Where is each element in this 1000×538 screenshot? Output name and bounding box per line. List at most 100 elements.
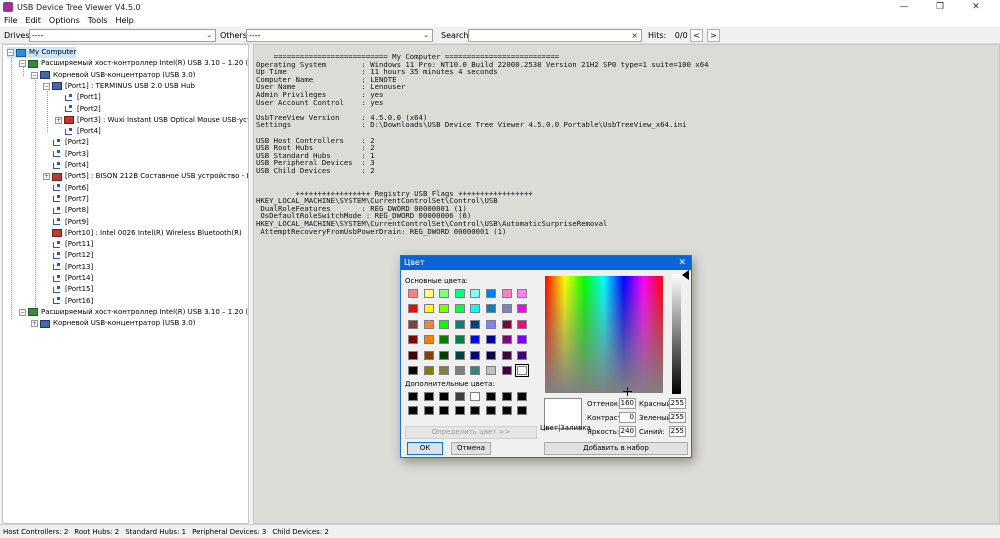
tree-item[interactable]: [Port3] <box>43 149 89 160</box>
basic-color-swatch[interactable] <box>423 335 434 345</box>
tree-item[interactable]: [Port16] <box>43 296 93 307</box>
close-button[interactable]: ✕ <box>958 0 994 14</box>
tree-item[interactable]: [Port13] <box>43 262 93 273</box>
tree-item[interactable]: [Port8] <box>43 205 89 216</box>
basic-color-swatch[interactable] <box>501 350 512 360</box>
minimize-button[interactable]: — <box>886 0 922 14</box>
tree-item[interactable]: [Port14] <box>43 273 93 284</box>
menu-edit[interactable]: Edit <box>21 16 45 25</box>
basic-color-swatch[interactable] <box>470 319 481 329</box>
basic-color-swatch[interactable] <box>408 289 418 298</box>
drives-select[interactable]: ---- ⌄ <box>29 29 216 42</box>
tree-item[interactable]: [Port12] <box>43 250 93 261</box>
custom-color-swatch[interactable] <box>439 406 450 415</box>
basic-color-swatch[interactable] <box>470 335 481 345</box>
basic-color-swatch[interactable] <box>408 366 418 375</box>
dialog-close-icon[interactable]: ✕ <box>678 256 686 270</box>
custom-color-swatch[interactable] <box>501 406 512 415</box>
red-field[interactable]: 255 <box>669 398 686 409</box>
collapse-icon[interactable]: − <box>43 82 50 90</box>
search-input[interactable]: × <box>468 29 642 42</box>
menu-tools[interactable]: Tools <box>84 16 112 25</box>
menu-file[interactable]: File <box>0 16 21 25</box>
prev-hit-button[interactable]: < <box>690 29 703 42</box>
tree-item[interactable]: [Port1] <box>55 92 101 103</box>
hue-field[interactable]: 160 <box>619 398 636 409</box>
custom-color-swatch[interactable] <box>408 392 418 401</box>
basic-color-swatch[interactable] <box>408 319 418 329</box>
basic-color-swatch[interactable] <box>454 350 465 360</box>
tree-item[interactable]: [Port7] <box>43 194 89 205</box>
tree-item[interactable]: − Расширяемый хост-контроллер Intel(R) US… <box>19 307 248 318</box>
basic-color-swatch[interactable] <box>486 289 496 298</box>
basic-color-swatch[interactable] <box>454 319 465 329</box>
basic-color-swatch[interactable] <box>501 304 512 314</box>
tree-item[interactable]: − [Port1] : TERMINUS USB 2.0 USB Hub <box>43 81 195 92</box>
basic-color-swatch[interactable] <box>486 350 496 360</box>
custom-color-swatch[interactable] <box>486 406 496 415</box>
basic-color-swatch[interactable] <box>454 289 465 298</box>
lum-field[interactable]: 240 <box>619 426 636 437</box>
tree-item[interactable]: [Port6] <box>43 183 89 194</box>
basic-color-swatch[interactable] <box>423 319 434 329</box>
basic-color-swatch[interactable] <box>439 304 450 314</box>
luminance-arrow-icon[interactable] <box>682 270 689 280</box>
basic-color-swatch[interactable] <box>423 289 434 298</box>
tree-item[interactable]: [Port15] <box>43 284 93 295</box>
tree-item[interactable]: [Port2] <box>43 137 89 148</box>
custom-color-swatch[interactable] <box>517 392 528 401</box>
basic-color-swatch[interactable] <box>439 319 450 329</box>
basic-color-swatch[interactable] <box>454 366 465 375</box>
tree-item[interactable]: + [Port5] : BISON 212B Составное USB устр… <box>43 171 248 182</box>
collapse-icon[interactable]: − <box>7 49 14 56</box>
basic-color-swatch[interactable] <box>439 289 450 298</box>
define-color-button[interactable]: Определить цвет >> <box>405 426 537 439</box>
clear-icon[interactable]: × <box>631 30 638 41</box>
ok-button[interactable]: ОК <box>407 442 443 455</box>
basic-color-swatch[interactable] <box>501 319 512 329</box>
collapse-icon[interactable]: − <box>19 308 26 316</box>
basic-color-swatch[interactable] <box>517 304 528 314</box>
basic-color-swatch[interactable] <box>501 366 512 375</box>
tree-item[interactable]: − Корневой USB-концентратор (USB 3.0) <box>31 70 195 81</box>
tree-item[interactable]: − Расширяемый хост-контроллер Intel(R) US… <box>19 58 248 69</box>
tree-item[interactable]: [Port9] <box>43 217 89 228</box>
custom-color-swatch[interactable] <box>423 406 434 415</box>
basic-color-swatch[interactable] <box>454 335 465 345</box>
expand-icon[interactable]: + <box>31 320 38 328</box>
basic-color-swatch[interactable] <box>501 335 512 345</box>
basic-color-swatch[interactable] <box>408 304 418 314</box>
custom-color-swatch[interactable] <box>408 406 418 415</box>
device-tree[interactable]: − My Computer − Расширяемый хост-контроллер… <box>2 44 249 524</box>
custom-color-swatch[interactable] <box>423 392 434 401</box>
next-hit-button[interactable]: > <box>707 29 720 42</box>
tree-item[interactable]: [Port4] <box>43 160 89 171</box>
maximize-button[interactable]: ❐ <box>922 0 958 14</box>
expand-icon[interactable]: + <box>43 173 50 181</box>
basic-color-swatch[interactable] <box>423 350 434 360</box>
basic-color-swatch[interactable] <box>501 289 512 298</box>
basic-color-swatch[interactable] <box>470 304 481 314</box>
sat-field[interactable]: 0 <box>619 412 636 423</box>
basic-color-swatch[interactable] <box>470 350 481 360</box>
basic-color-swatch[interactable] <box>439 350 450 360</box>
custom-color-swatch[interactable] <box>470 406 481 415</box>
basic-color-swatch[interactable] <box>517 335 528 345</box>
basic-color-swatch[interactable] <box>423 366 434 375</box>
basic-color-swatch[interactable] <box>486 335 496 345</box>
cancel-button[interactable]: Отмена <box>451 442 491 455</box>
basic-color-swatch[interactable] <box>423 304 434 314</box>
green-field[interactable]: 255 <box>669 412 686 423</box>
luminance-bar[interactable] <box>672 274 681 394</box>
tree-item[interactable]: + Корневой USB-концентратор (USB 3.0) <box>31 318 195 329</box>
tree-item[interactable]: [Port4] <box>55 126 101 137</box>
basic-color-swatch[interactable] <box>517 289 528 298</box>
tree-item[interactable]: − My Computer <box>7 47 77 58</box>
custom-color-swatch[interactable] <box>470 392 481 401</box>
custom-color-swatch[interactable] <box>517 406 528 415</box>
basic-color-swatch[interactable] <box>515 364 530 377</box>
basic-color-swatch[interactable] <box>486 304 496 314</box>
custom-color-swatch[interactable] <box>501 392 512 401</box>
basic-color-swatch[interactable] <box>517 319 528 329</box>
basic-color-swatch[interactable] <box>454 304 465 314</box>
